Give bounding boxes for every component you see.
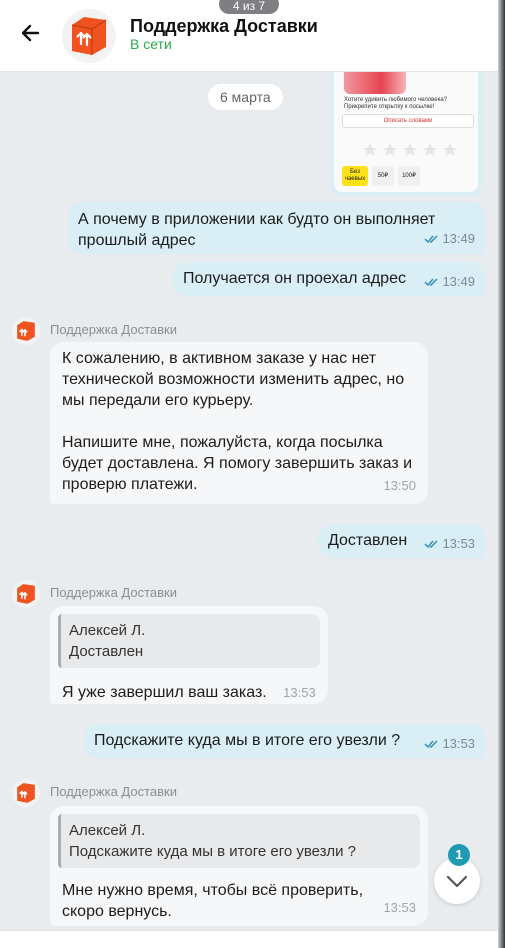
back-arrow-icon <box>21 24 40 42</box>
tip-option: Без чаевых <box>342 166 368 186</box>
sender-avatar[interactable] <box>12 779 40 807</box>
delivery-box-logo-icon <box>12 580 40 608</box>
delivery-box-logo-icon <box>12 779 40 807</box>
sender-name: Поддержка Доставки <box>50 322 178 337</box>
incoming-message[interactable]: Алексей Л. Доставлен Я уже завершил ваш … <box>50 606 328 704</box>
message-time: 13:50 <box>383 478 416 493</box>
outgoing-message[interactable]: А почему в приложении как будто он выпол… <box>68 202 485 254</box>
message-time: 13:53 <box>442 736 475 751</box>
double-check-icon <box>424 234 438 243</box>
message-meta: 13:53 <box>424 733 475 754</box>
quoted-message[interactable]: Алексей Л. Доставлен <box>58 614 320 668</box>
quote-text: Подскажите куда мы в итоге его увезли ? <box>69 843 357 860</box>
double-check-icon <box>424 739 438 748</box>
message-time: 13:53 <box>383 900 416 915</box>
outgoing-message[interactable]: Получается он проехал адрес 13:49 <box>173 262 485 296</box>
gift-image <box>344 72 406 94</box>
message-text: Получается он проехал адрес <box>183 270 406 287</box>
window-edge <box>498 0 505 948</box>
date-divider: 6 марта <box>208 84 283 110</box>
screenshot-thumbnail: Хотите удивить любимого человека? Прикре… <box>334 72 478 192</box>
unread-badge: 1 <box>448 844 470 866</box>
message-meta: 13:53 <box>424 533 475 554</box>
image-message[interactable]: Хотите удивить любимого человека? Прикре… <box>330 72 482 196</box>
sender-name: Поддержка Доставки <box>50 784 178 799</box>
online-status: В сети <box>130 36 172 52</box>
sender-name: Поддержка Доставки <box>50 585 178 600</box>
sender-avatar[interactable] <box>12 580 40 608</box>
message-text: Я уже завершил ваш заказ. <box>62 684 267 701</box>
delivery-box-logo-icon <box>12 317 40 345</box>
tip-options: Без чаевых 50₽ 100₽ <box>342 166 420 186</box>
incoming-message[interactable]: Алексей Л. Подскажите куда мы в итоге ег… <box>50 806 428 926</box>
tip-option: 100₽ <box>398 166 420 186</box>
rating-stars-icon <box>363 143 457 156</box>
tip-option: 50₽ <box>372 166 394 186</box>
message-text: Мне нужно время, чтобы всё проверить, ск… <box>62 882 364 920</box>
message-time: 13:49 <box>442 231 475 246</box>
outgoing-message[interactable]: Доставлен 13:53 <box>318 524 485 558</box>
media-counter: 4 из 7 <box>219 0 279 14</box>
chat-title: Поддержка Доставки <box>130 16 318 36</box>
message-text: А почему в приложении как будто он выпол… <box>78 211 436 249</box>
quote-author: Алексей Л. <box>69 822 146 839</box>
promo-text: Хотите удивить любимого человека? Прикре… <box>344 97 448 110</box>
message-text: Доставлен <box>328 532 408 549</box>
sender-avatar[interactable] <box>12 317 40 345</box>
chat-avatar[interactable] <box>62 9 116 63</box>
outgoing-message[interactable]: Подскажите куда мы в итоге его увезли ? … <box>84 724 485 758</box>
message-text: Подскажите куда мы в итоге его увезли ? <box>94 732 401 749</box>
double-check-icon <box>424 277 438 286</box>
promo-button: Описать словами <box>342 114 474 128</box>
quote-author: Алексей Л. <box>69 622 146 639</box>
message-input-bar[interactable] <box>0 930 498 948</box>
delivery-box-logo-icon <box>62 9 116 63</box>
message-time: 13:53 <box>442 536 475 551</box>
message-meta: 13:49 <box>424 228 475 249</box>
message-text: К сожалению, в активном заказе у нас нет… <box>62 350 413 493</box>
double-check-icon <box>424 539 438 548</box>
quoted-message[interactable]: Алексей Л. Подскажите куда мы в итоге ег… <box>58 814 420 868</box>
incoming-message[interactable]: К сожалению, в активном заказе у нас нет… <box>50 342 428 504</box>
quote-text: Доставлен <box>69 643 144 660</box>
message-time: 13:49 <box>442 274 475 289</box>
message-time: 13:53 <box>283 685 316 700</box>
message-meta: 13:49 <box>424 271 475 292</box>
back-button[interactable] <box>16 18 46 48</box>
